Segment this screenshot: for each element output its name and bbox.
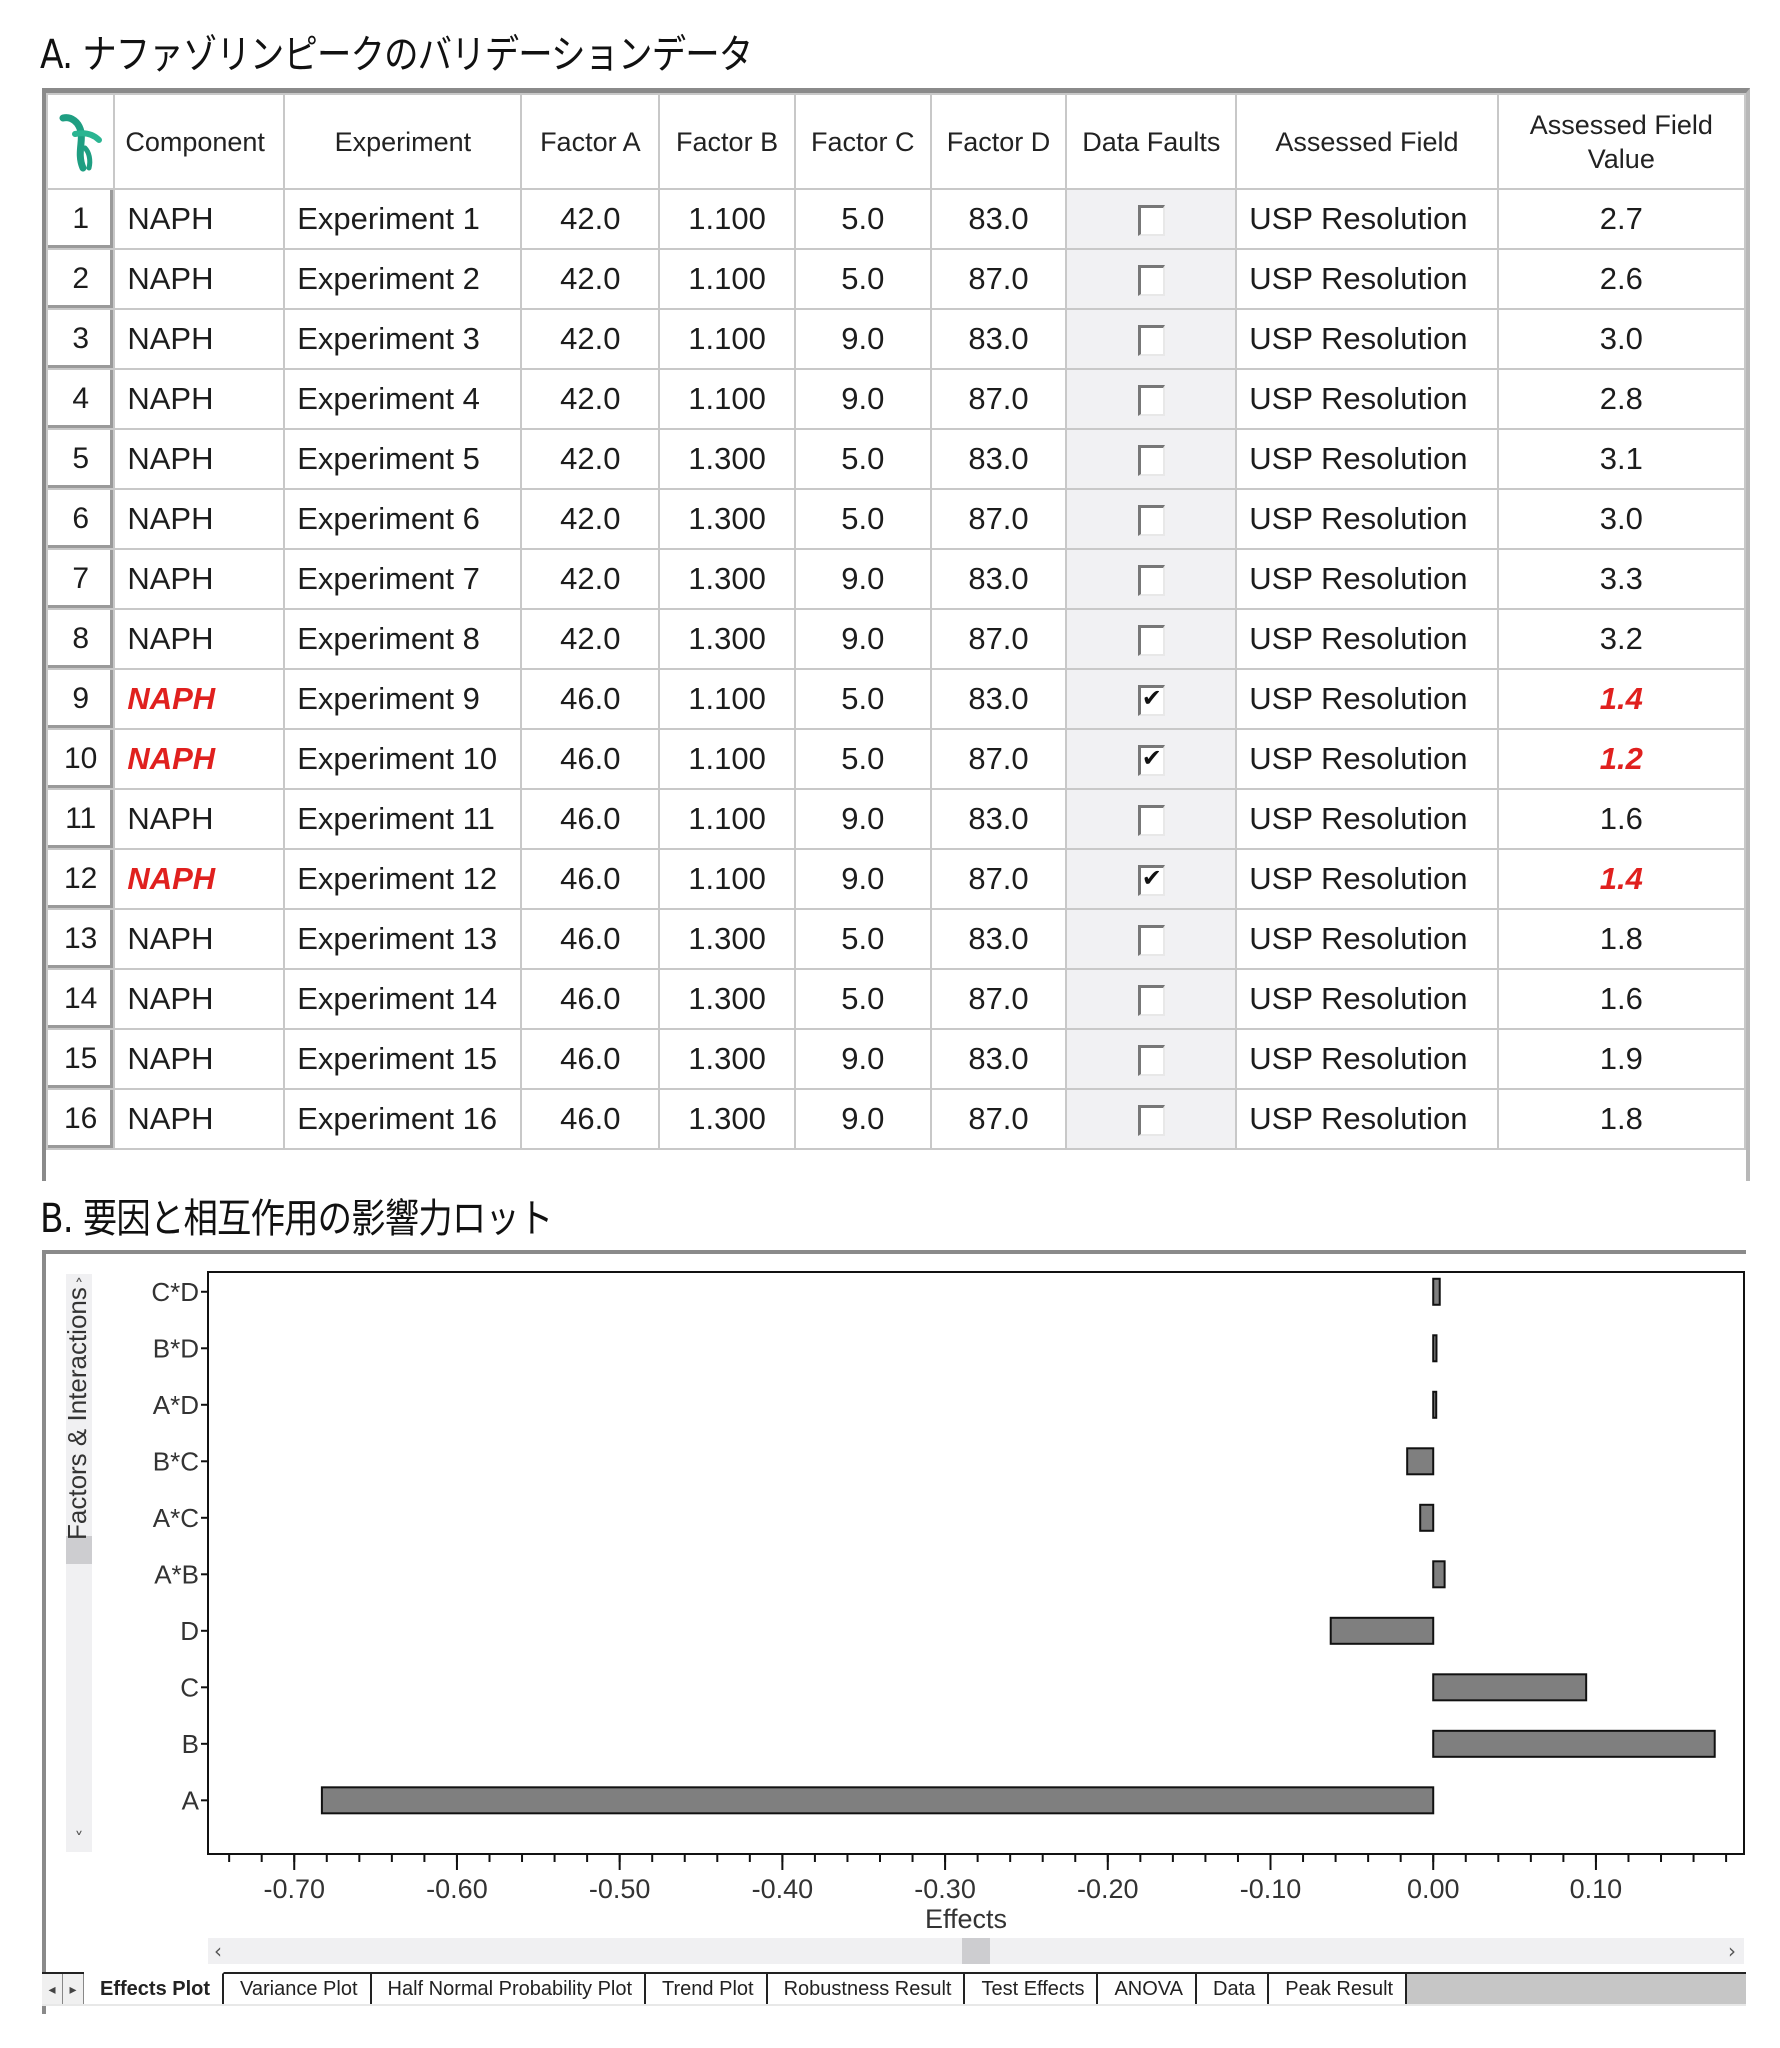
plot-area (207, 1271, 1745, 1855)
y-tick-label: A (182, 1785, 200, 1815)
x-tick-label: -0.60 (426, 1874, 488, 1904)
tab-peak-result[interactable]: Peak Result (1269, 1974, 1408, 2004)
y-axis-label: Factors & Interactions (62, 1287, 92, 1540)
tab-half-normal-probability-plot[interactable]: Half Normal Probability Plot (371, 1974, 647, 2004)
x-tick-label: 0.10 (1570, 1874, 1623, 1904)
sheet-tab-bar: ◂ ▸ Effects Plot Variance Plot Half Normal… (42, 1972, 1746, 2006)
bar-c (1432, 1673, 1588, 1702)
x-tick-label: -0.30 (914, 1874, 976, 1904)
y-tick-label: B*D (153, 1333, 199, 1363)
bar-bxd (1432, 1334, 1438, 1363)
bar-axb (1432, 1560, 1446, 1589)
scroll-right-icon[interactable]: › (1728, 1938, 1736, 1964)
tab-data[interactable]: Data (1197, 1974, 1270, 2004)
bar-axd (1432, 1390, 1438, 1419)
tab-anova[interactable]: ANOVA (1098, 1974, 1198, 2004)
x-tick-label: 0.00 (1407, 1874, 1460, 1904)
y-tick-label: A*D (153, 1390, 199, 1420)
bar-b (1432, 1729, 1716, 1758)
bar-bxc (1406, 1447, 1435, 1476)
x-tick-label: -0.70 (263, 1874, 325, 1904)
tab-prev-icon[interactable]: ◂ (42, 1974, 63, 2004)
tab-trend-plot[interactable]: Trend Plot (646, 1974, 768, 2004)
effects-chart: ABCD A*B A*C B*C A*D B*D C*D -0.70 -0.60 -0.50 -0.… (151, 1271, 1745, 1934)
tab-effects-plot[interactable]: Effects Plot (84, 1972, 225, 2004)
horizontal-scroll-thumb[interactable] (962, 1938, 990, 1964)
y-tick-label: A*C (153, 1503, 199, 1533)
x-axis-label: Effects (925, 1904, 1007, 1934)
y-tick-label: A*B (154, 1559, 199, 1589)
bar-axc (1419, 1503, 1435, 1532)
y-tick-label: C (180, 1672, 199, 1702)
bar-d (1329, 1616, 1435, 1645)
y-tick-label: C*D (151, 1277, 199, 1307)
tab-list: Effects Plot Variance Plot Half Normal Pro… (84, 1972, 1408, 2004)
y-tick-label: B (182, 1729, 199, 1759)
bar-a (320, 1786, 1435, 1815)
tab-test-effects[interactable]: Test Effects (965, 1974, 1099, 2004)
bar-cxd (1432, 1277, 1441, 1306)
x-tick-label: -0.20 (1077, 1874, 1139, 1904)
x-tick-label: -0.50 (589, 1874, 651, 1904)
y-tick-label: B*C (153, 1446, 199, 1476)
tab-bar-fill (1407, 1974, 1746, 2004)
x-tick-label: -0.40 (752, 1874, 814, 1904)
horizontal-scrollbar[interactable]: ‹ › (208, 1938, 1744, 1964)
tab-robustness-result[interactable]: Robustness Result (767, 1974, 966, 2004)
tab-variance-plot[interactable]: Variance Plot (224, 1974, 372, 2004)
x-tick-label: -0.10 (1240, 1874, 1302, 1904)
tab-next-icon[interactable]: ▸ (63, 1974, 84, 2004)
y-tick-label: D (180, 1616, 199, 1646)
scroll-left-icon[interactable]: ‹ (214, 1938, 222, 1964)
